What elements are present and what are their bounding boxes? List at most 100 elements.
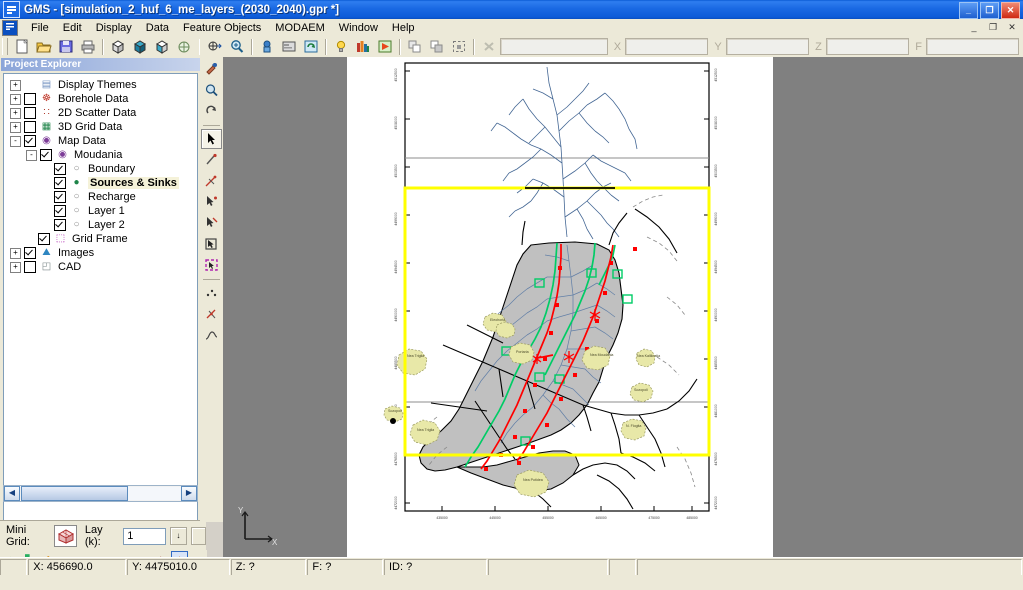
tree-item-moudania[interactable]: - ◉ Moudania [6,148,197,162]
create-vertex-tool[interactable] [201,304,222,324]
menu-file[interactable]: File [24,21,56,35]
expand-icon[interactable]: + [10,121,21,133]
select-arc-tool[interactable] [201,213,222,233]
scroll-left-arrow[interactable]: ◀ [4,486,20,501]
y-coordinate-field[interactable] [725,38,810,55]
tree-item-checkbox[interactable] [54,177,66,189]
tree-item-checkbox[interactable] [24,107,36,119]
layer-k-spinner-extra[interactable] [190,527,206,545]
menu-help[interactable]: Help [385,21,422,35]
map-canvas[interactable]: 4512500 4508000 4503500 4499000 4494500 … [347,57,773,557]
scroll-right-arrow[interactable]: ▶ [181,486,197,501]
tree-item-checkbox[interactable] [24,93,36,105]
new-file-button[interactable] [11,36,33,57]
copy-button[interactable] [404,36,426,57]
rotate-tool[interactable] [201,101,222,121]
cube-front-view-button[interactable] [129,36,151,57]
tree-item-boundary[interactable]: ○ Boundary [6,162,197,176]
x-coordinate-field[interactable] [625,38,709,55]
tree-item-recharge[interactable]: ○ Recharge [6,190,197,204]
tree-item-layer-2[interactable]: ○ Layer 2 [6,218,197,232]
expand-icon[interactable]: + [10,247,21,259]
mdi-minimize-button[interactable]: _ [965,20,983,36]
layer-k-input[interactable]: 1 [123,527,166,545]
tree-item-checkbox[interactable] [40,149,52,161]
collapse-icon[interactable]: - [10,135,21,147]
tree-item-checkbox[interactable] [24,135,36,147]
select-vertex-tool[interactable] [201,283,222,303]
tree-item-layer-1[interactable]: ○ Layer 1 [6,204,197,218]
tree-item-images[interactable]: + ⛰ Images [6,246,197,260]
tree-item-checkbox[interactable] [54,163,66,175]
display-options-button[interactable] [256,36,278,57]
layer-k-spinner-down[interactable]: ↓ [169,527,187,545]
project-explorer-tree[interactable]: + ▤ Display Themes + ☸ Borehole Data + ∷ 2D Scat… [3,73,198,543]
pan-tool[interactable] [201,59,222,79]
select-grid-frame-tool[interactable] [201,255,222,275]
mini-grid-icon[interactable] [54,525,77,547]
tree-item-3d-grid-data[interactable]: + ▦ 3D Grid Data [6,120,197,134]
cube-plan-view-button[interactable] [107,36,129,57]
printer-button[interactable] [77,36,99,57]
tree-item-checkbox[interactable] [24,121,36,133]
expand-icon[interactable]: + [10,93,21,105]
select-all-button[interactable] [448,36,470,57]
sphere-rotate-button[interactable] [173,36,195,57]
zoom-tool[interactable] [201,80,222,100]
select-polygon-tool[interactable] [201,234,222,254]
toolbar-field-1[interactable] [500,38,608,55]
tree-item-display-themes[interactable]: + ▤ Display Themes [6,78,197,92]
paste-button[interactable] [426,36,448,57]
properties-button[interactable] [278,36,300,57]
menu-display[interactable]: Display [89,21,139,35]
run-model-button[interactable] [374,36,396,57]
expand-icon[interactable]: + [10,107,21,119]
minimize-button[interactable]: _ [959,2,978,19]
menu-window[interactable]: Window [332,21,385,35]
open-folder-button[interactable] [33,36,55,57]
scrollbar-track[interactable] [128,487,181,500]
tree-item-map-data[interactable]: - ◉ Map Data [6,134,197,148]
menu-edit[interactable]: Edit [56,21,89,35]
f-value-field[interactable] [925,38,1019,55]
frame-image-button[interactable] [203,36,225,57]
menu-feature-objects[interactable]: Feature Objects [176,21,268,35]
cube-oblique-view-button[interactable] [151,36,173,57]
maximize-button[interactable]: ❐ [980,2,999,19]
tree-item-grid-frame[interactable]: ⬚ Grid Frame [6,232,197,246]
select-point-tool[interactable] [201,192,222,212]
tree-item-checkbox[interactable] [54,219,66,231]
tree-item-borehole-data[interactable]: + ☸ Borehole Data [6,92,197,106]
menu-modaem[interactable]: MODAEM [268,21,332,35]
tree-item-checkbox[interactable] [24,261,36,273]
tree-item-checkbox[interactable] [54,205,66,217]
magnifier-zoom-button[interactable] [226,36,248,57]
delete-x-icon[interactable] [478,36,500,57]
redistribute-tool[interactable] [201,325,222,345]
tree-item-sources-sinks[interactable]: ● Sources & Sinks [6,176,197,190]
save-disk-button[interactable] [55,36,77,57]
project-explorer-hscrollbar[interactable]: ◀ ▶ [3,485,198,502]
tree-item-checkbox[interactable] [38,233,50,245]
scrollbar-thumb[interactable] [21,486,128,501]
light-bulb-button[interactable] [330,36,352,57]
refresh-button[interactable] [300,36,322,57]
z-coordinate-field[interactable] [825,38,910,55]
toolbar-grip[interactable] [2,38,8,55]
tree-item-cad[interactable]: + ◰ CAD [6,260,197,274]
close-button[interactable]: ✕ [1001,2,1020,19]
expand-icon[interactable]: + [10,79,21,91]
collapse-icon[interactable]: - [26,149,37,161]
select-arrow-tool[interactable] [201,129,222,149]
create-point-tool[interactable] [201,150,222,170]
create-arc-tool[interactable] [201,171,222,191]
menu-data[interactable]: Data [139,21,176,35]
tree-item-2d-scatter-data[interactable]: + ∷ 2D Scatter Data [6,106,197,120]
mdi-restore-button[interactable]: ❐ [984,20,1002,36]
expand-icon[interactable]: + [10,261,21,273]
tree-item-checkbox[interactable] [54,191,66,203]
graphics-viewport[interactable]: 4512500 4508000 4503500 4499000 4494500 … [223,57,1023,557]
color-ramp-button[interactable] [352,36,374,57]
mdi-close-button[interactable]: ✕ [1003,20,1021,36]
tree-item-checkbox[interactable] [24,247,36,259]
